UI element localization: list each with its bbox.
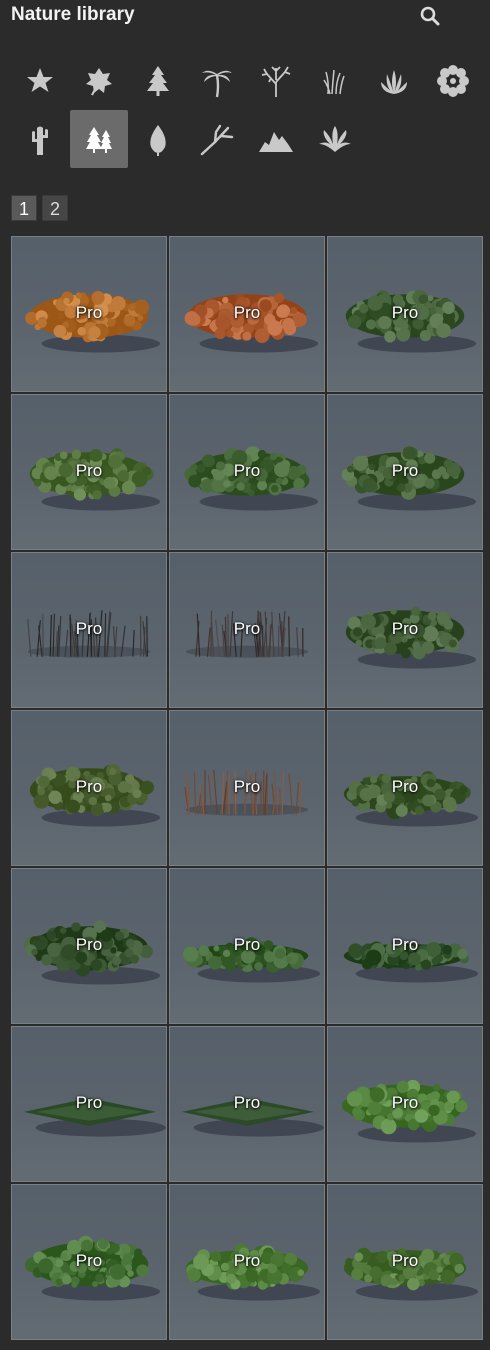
grass-icon[interactable] (306, 52, 364, 110)
pro-badge: Pro (75, 1251, 103, 1270)
asset-tile[interactable]: Pro (327, 710, 483, 866)
pro-badge: Pro (75, 1093, 103, 1112)
asset-tile[interactable]: Pro (11, 710, 167, 866)
palm-icon[interactable] (188, 52, 246, 110)
asset-tile[interactable]: Pro (11, 552, 167, 708)
page-button-2[interactable]: 2 (42, 195, 68, 221)
pro-badge: Pro (233, 1093, 261, 1112)
pro-badge: Pro (233, 303, 261, 322)
asset-grid: Pro Pro Pro Pro Pro Pro Pro Pro Pro Pro Pro Pro Pro P… (11, 236, 483, 1340)
branch-icon[interactable] (188, 110, 246, 168)
pro-badge: Pro (233, 777, 261, 796)
pro-badge: Pro (391, 303, 419, 322)
pro-badge: Pro (391, 935, 419, 954)
pro-badge: Pro (75, 461, 103, 480)
asset-tile[interactable]: Pro (169, 552, 325, 708)
asset-tile[interactable]: Pro (11, 1184, 167, 1340)
forest-icon[interactable] (70, 110, 128, 168)
asset-tile[interactable]: Pro (11, 236, 167, 392)
search-icon[interactable] (418, 4, 442, 28)
asset-tile[interactable]: Pro (11, 868, 167, 1024)
panel-title: Nature library (11, 4, 135, 25)
fern-icon[interactable] (306, 110, 364, 168)
asset-tile[interactable]: Pro (169, 710, 325, 866)
asset-tile[interactable]: Pro (11, 394, 167, 550)
pro-badge: Pro (391, 461, 419, 480)
pro-badge: Pro (391, 1093, 419, 1112)
asset-tile[interactable]: Pro (169, 1026, 325, 1182)
foliage-leaf-icon[interactable] (129, 110, 187, 168)
pro-badge: Pro (233, 461, 261, 480)
pro-badge: Pro (233, 1251, 261, 1270)
asset-tile[interactable]: Pro (169, 868, 325, 1024)
pro-badge: Pro (233, 935, 261, 954)
asset-tile[interactable]: Pro (11, 1026, 167, 1182)
pro-badge: Pro (391, 619, 419, 638)
asset-tile[interactable]: Pro (327, 394, 483, 550)
asset-tile[interactable]: Pro (327, 236, 483, 392)
pro-badge: Pro (75, 619, 103, 638)
pro-badge: Pro (75, 777, 103, 796)
pro-badge: Pro (233, 619, 261, 638)
pro-badge: Pro (391, 777, 419, 796)
page-button-1[interactable]: 1 (11, 195, 37, 221)
plant-icon[interactable] (365, 52, 423, 110)
header: Nature library (0, 0, 490, 34)
cactus-icon[interactable] (11, 110, 69, 168)
pagination: 12 (11, 195, 68, 221)
asset-tile[interactable]: Pro (169, 236, 325, 392)
pro-badge: Pro (75, 935, 103, 954)
asset-tile[interactable]: Pro (169, 394, 325, 550)
asset-tile[interactable]: Pro (169, 1184, 325, 1340)
asset-tile[interactable]: Pro (327, 1184, 483, 1340)
pro-badge: Pro (391, 1251, 419, 1270)
leaf-icon[interactable] (70, 52, 128, 110)
conifer-icon[interactable] (129, 52, 187, 110)
asset-tile[interactable]: Pro (327, 552, 483, 708)
pro-badge: Pro (75, 303, 103, 322)
favorites-icon[interactable] (11, 52, 69, 110)
rocks-icon[interactable] (247, 110, 305, 168)
bare-tree-icon[interactable] (247, 52, 305, 110)
asset-tile[interactable]: Pro (327, 1026, 483, 1182)
asset-tile[interactable]: Pro (327, 868, 483, 1024)
flower-icon[interactable] (424, 52, 482, 110)
